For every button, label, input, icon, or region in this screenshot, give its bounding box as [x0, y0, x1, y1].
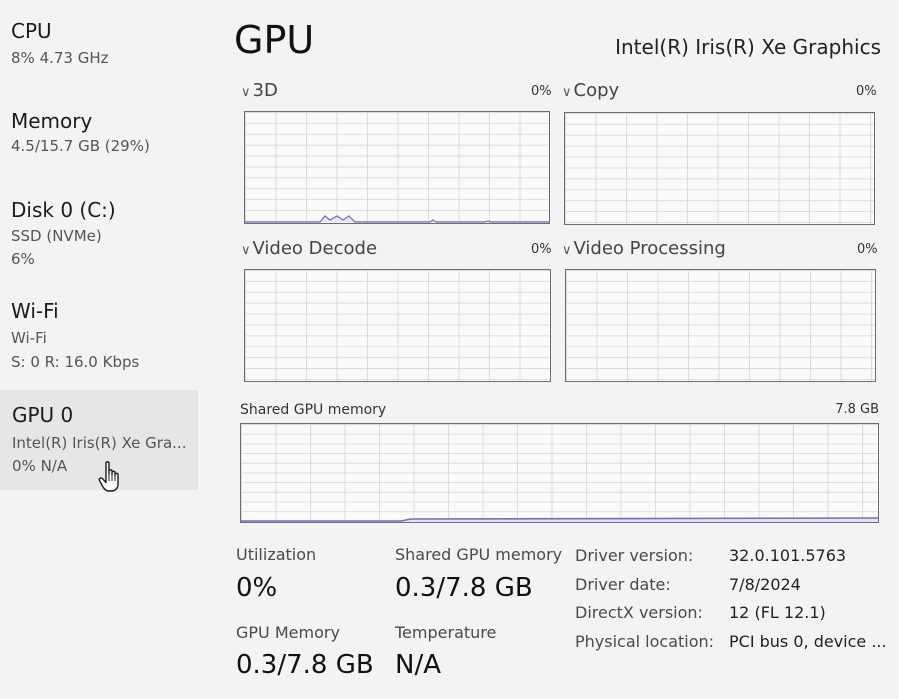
adapter-name: Intel(R) Iris(R) Xe Graphics [615, 35, 881, 59]
sidebar-item-detail: 8% 4.73 GHz [11, 49, 109, 67]
engine-selector-video-decode[interactable]: ∨ Video Decode [241, 238, 377, 259]
shared-memory-graph-label: Shared GPU memory [240, 402, 387, 418]
gpu-memory-value: 0.3/7.8 GB [236, 650, 374, 680]
page-title: GPU [234, 18, 315, 62]
graph-shared-memory [240, 423, 879, 523]
driver-date-value: 7/8/2024 [729, 575, 801, 594]
engine-name: Copy [573, 80, 620, 101]
graph-video-decode [244, 269, 551, 382]
shared-memory-value: 0.3/7.8 GB [395, 573, 533, 603]
utilization-value: 0% [236, 573, 278, 603]
sidebar-item-detail: S: 0 R: 16.0 Kbps [11, 353, 140, 371]
chevron-down-icon: ∨ [241, 243, 251, 258]
directx-version-value: 12 (FL 12.1) [729, 603, 826, 622]
sidebar-item-detail: Wi-Fi [11, 329, 47, 347]
temperature-value: N/A [395, 650, 441, 680]
graph-3d [244, 111, 550, 224]
sidebar-item-wifi[interactable]: Wi-Fi Wi-Fi S: 0 R: 16.0 Kbps [0, 296, 198, 376]
chevron-down-icon: ∨ [562, 243, 572, 258]
sidebar-item-cpu[interactable]: CPU 8% 4.73 GHz [0, 15, 198, 75]
utilization-label: Utilization [236, 545, 317, 564]
graph-video-processing [565, 269, 876, 382]
sidebar-item-title: CPU [11, 19, 52, 43]
engine-percent: 0% [531, 242, 552, 257]
sidebar-item-detail: 4.5/15.7 GB (29%) [11, 137, 150, 155]
engine-name: Video Processing [573, 238, 726, 259]
temperature-label: Temperature [395, 623, 497, 642]
engine-selector-video-processing[interactable]: ∨ Video Processing [562, 238, 726, 259]
engine-name: Video Decode [252, 238, 378, 259]
driver-version-value: 32.0.101.5763 [729, 546, 847, 565]
sidebar-item-title: Disk 0 (C:) [11, 198, 116, 222]
sidebar: CPU 8% 4.73 GHz Memory 4.5/15.7 GB (29%)… [0, 0, 200, 699]
sidebar-item-detail: 6% [11, 250, 35, 268]
engine-percent: 0% [857, 242, 878, 257]
engine-selector-copy[interactable]: ∨ Copy [562, 80, 619, 101]
sidebar-item-title: Memory [11, 109, 93, 133]
sidebar-item-detail: SSD (NVMe) [11, 227, 102, 245]
engine-selector-3d[interactable]: ∨ 3D [241, 80, 278, 101]
physical-location-label: Physical location: [575, 632, 715, 651]
sidebar-item-memory[interactable]: Memory 4.5/15.7 GB (29%) [0, 105, 198, 165]
shared-memory-total: 7.8 GB [835, 402, 879, 417]
sidebar-item-title: GPU 0 [12, 403, 74, 427]
graph-copy [564, 112, 875, 225]
driver-version-label: Driver version: [575, 546, 694, 565]
sidebar-item-disk[interactable]: Disk 0 (C:) SSD (NVMe) 6% [0, 195, 198, 273]
sidebar-item-detail: 0% N/A [12, 457, 68, 475]
engine-percent: 0% [531, 84, 552, 99]
engine-percent: 0% [856, 84, 877, 99]
engine-name: 3D [252, 80, 278, 101]
sidebar-item-title: Wi-Fi [11, 299, 59, 323]
shared-memory-label: Shared GPU memory [395, 545, 563, 564]
driver-date-label: Driver date: [575, 575, 671, 594]
chevron-down-icon: ∨ [562, 85, 572, 100]
directx-version-label: DirectX version: [575, 603, 703, 622]
physical-location-value: PCI bus 0, device ... [729, 632, 887, 651]
chevron-down-icon: ∨ [241, 85, 251, 100]
sidebar-item-detail: Intel(R) Iris(R) Xe Gra... [12, 434, 187, 452]
hand-pointer-icon [97, 460, 123, 494]
gpu-memory-label: GPU Memory [236, 623, 340, 642]
